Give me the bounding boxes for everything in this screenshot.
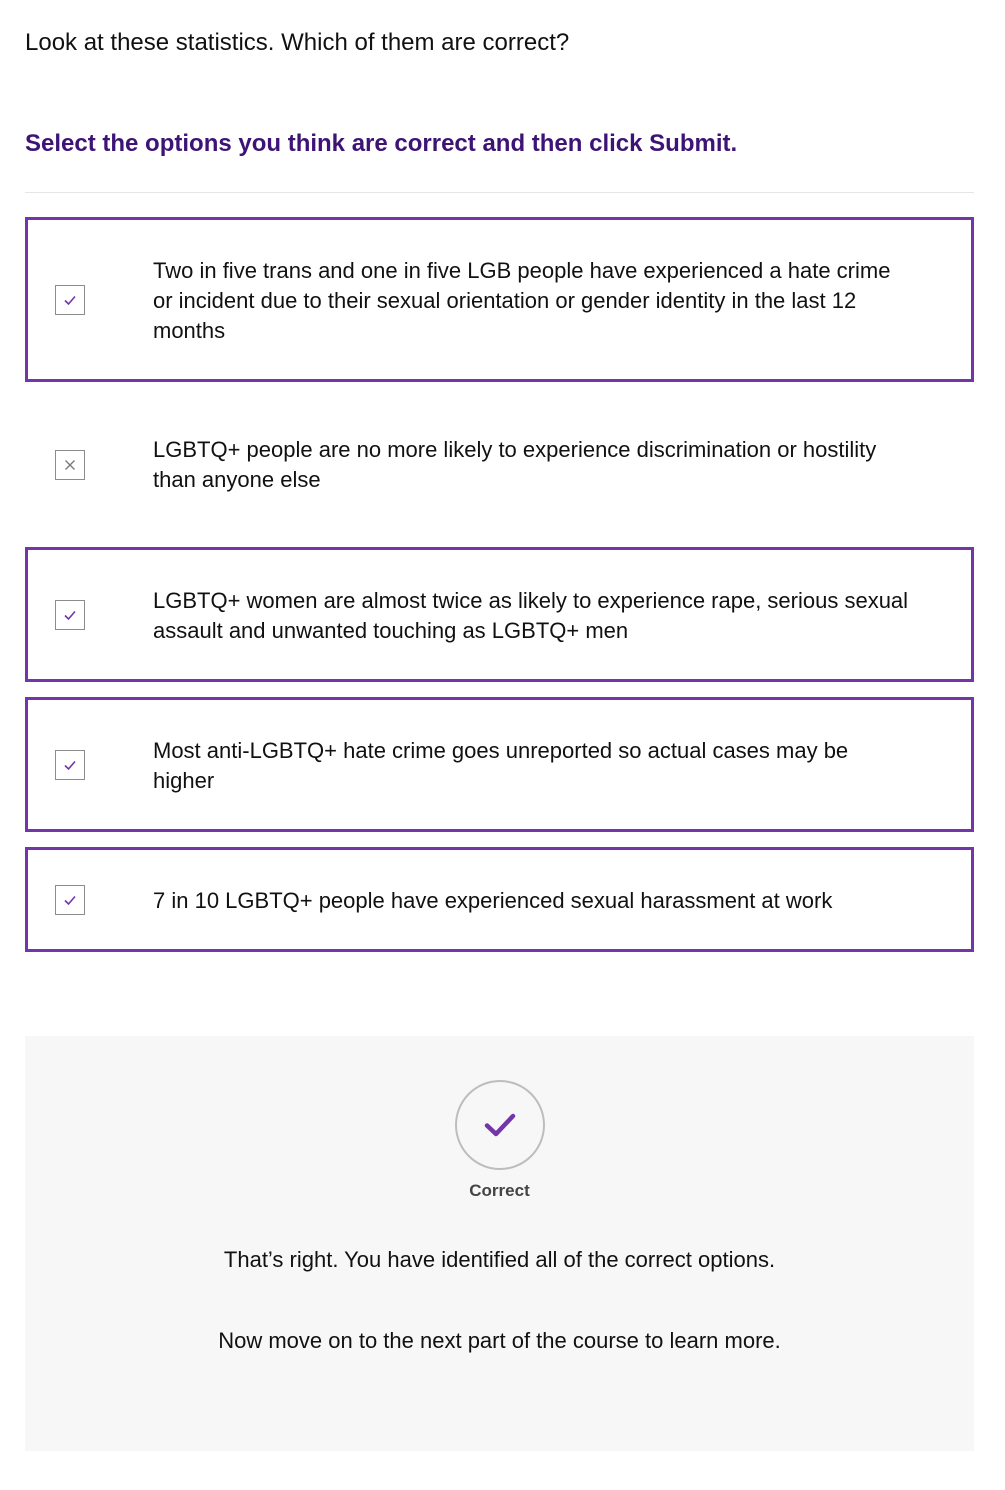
option-4-checkbox[interactable] <box>55 750 85 780</box>
option-1-checkbox[interactable] <box>55 285 85 315</box>
option-5[interactable]: 7 in 10 LGBTQ+ people have experienced s… <box>25 847 974 952</box>
option-2-checkbox[interactable] <box>55 450 85 480</box>
result-label: Correct <box>469 1181 530 1200</box>
feedback-message: That’s right. You have identified all of… <box>223 1247 776 1272</box>
option-3-checkbox[interactable] <box>55 600 85 630</box>
check-icon <box>64 895 76 906</box>
option-5-checkbox[interactable] <box>55 885 85 915</box>
option-5-text: 7 in 10 LGBTQ+ people have experienced s… <box>153 888 833 913</box>
check-icon <box>64 610 76 621</box>
feedback-panel: Correct That’s right. You have identifie… <box>25 1036 974 1451</box>
feedback-next-step: Now move on to the next part of the cour… <box>218 1328 781 1353</box>
result-badge <box>455 1080 545 1170</box>
check-icon <box>64 295 76 306</box>
option-3[interactable]: LGBTQ+ women are almost twice as likely … <box>25 547 974 682</box>
check-icon <box>64 760 76 771</box>
option-1[interactable]: Two in five trans and one in five LGB pe… <box>25 217 974 382</box>
question-text: Look at these statistics. Which of them … <box>25 29 570 56</box>
option-4[interactable]: Most anti-LGBTQ+ hate crime goes unrepor… <box>25 697 974 832</box>
check-icon <box>484 1113 516 1137</box>
option-1-text: Two in five trans and one in five LGB pe… <box>153 258 891 343</box>
option-2[interactable]: LGBTQ+ people are no more likely to expe… <box>25 399 974 530</box>
option-3-text: LGBTQ+ women are almost twice as likely … <box>153 588 909 643</box>
option-2-text: LGBTQ+ people are no more likely to expe… <box>153 437 877 492</box>
option-4-text: Most anti-LGBTQ+ hate crime goes unrepor… <box>153 738 849 793</box>
cross-icon <box>65 460 75 470</box>
divider <box>25 192 974 193</box>
instruction-text: Select the options you think are correct… <box>25 130 738 157</box>
